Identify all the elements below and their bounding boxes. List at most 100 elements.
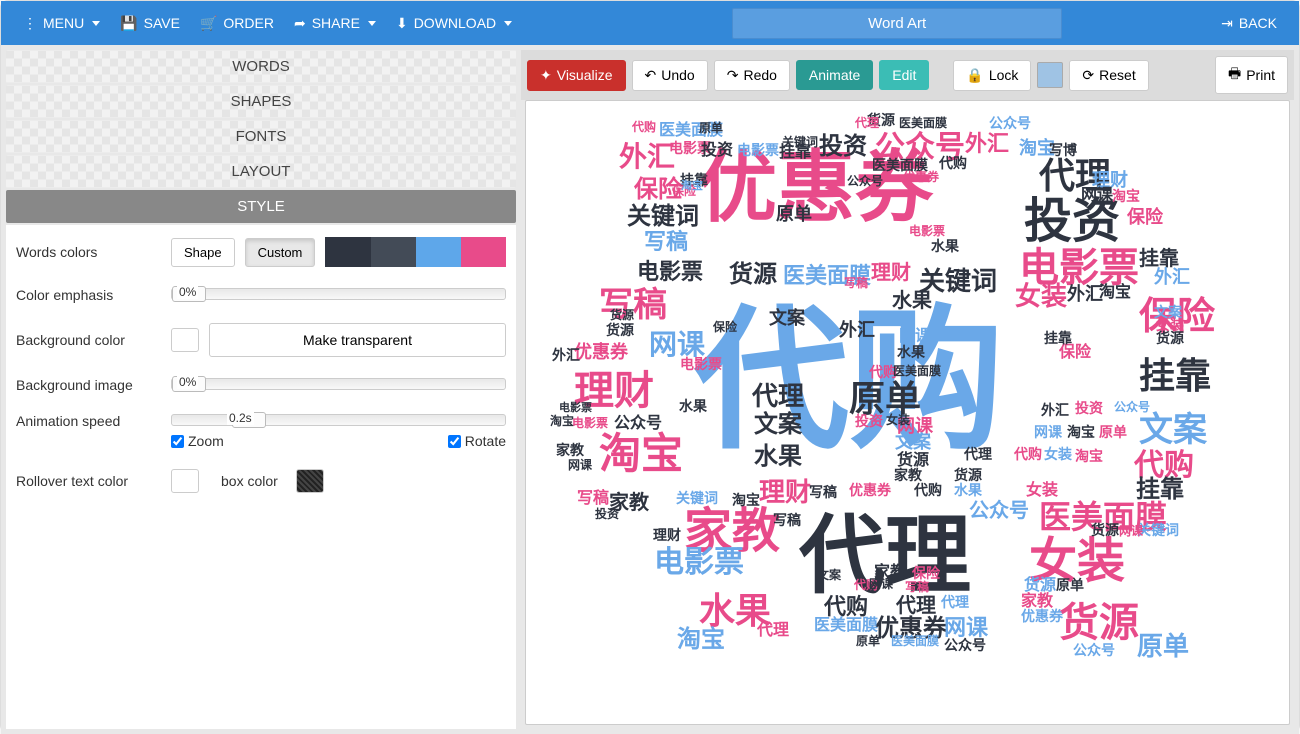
order-button[interactable]: 🛒ORDER [190, 9, 284, 38]
menu-button[interactable]: ⋮MENU [13, 9, 110, 38]
cloud-word[interactable]: 关键词 [627, 205, 699, 229]
cloud-word[interactable]: 货源 [1059, 603, 1139, 643]
cloud-word[interactable]: 理财 [759, 479, 811, 505]
cloud-word[interactable]: 公众号 [1073, 643, 1115, 657]
cloud-word[interactable]: 货源 [1024, 578, 1056, 594]
cloud-word[interactable]: 女装 [886, 414, 910, 426]
cloud-word[interactable]: 电影票 [680, 357, 722, 371]
cloud-word[interactable]: 代购 [939, 156, 967, 170]
cloud-word[interactable]: 挂靠 [1139, 249, 1179, 269]
cloud-word[interactable]: 外汇 [1154, 268, 1190, 286]
reset-button[interactable]: ⟳Reset [1069, 60, 1148, 91]
rollover-color-swatch[interactable] [171, 469, 199, 493]
cloud-word[interactable]: 网课 [899, 329, 931, 345]
cloud-word[interactable]: 关键词 [676, 491, 718, 505]
cloud-word[interactable]: 保险 [1059, 345, 1091, 361]
cloud-word[interactable]: 投资 [1075, 401, 1103, 415]
cloud-word[interactable]: 代购 [632, 121, 656, 133]
cloud-word[interactable]: 淘宝 [732, 493, 760, 507]
cloud-word[interactable]: 理财 [871, 263, 911, 283]
share-button[interactable]: ➦SHARE [284, 9, 386, 38]
cloud-word[interactable]: 投资 [855, 414, 883, 428]
cloud-word[interactable]: 代购 [1014, 447, 1042, 461]
cloud-word[interactable]: 网课 [1034, 425, 1062, 439]
color-emphasis-slider[interactable] [171, 288, 506, 300]
cloud-word[interactable]: 代理 [964, 447, 992, 461]
cloud-word[interactable]: 电影票 [572, 417, 608, 429]
cloud-word[interactable]: 文案 [769, 309, 805, 327]
cloud-word[interactable]: 理财 [653, 528, 681, 542]
cloud-word[interactable]: 投资 [701, 143, 733, 159]
custom-color-button[interactable]: Custom [245, 238, 316, 267]
box-color-swatch[interactable] [296, 469, 324, 493]
cloud-word[interactable]: 代购 [914, 483, 942, 497]
cloud-word[interactable]: 淘宝 [599, 433, 683, 475]
cloud-word[interactable]: 医美面膜 [891, 635, 939, 647]
cloud-word[interactable]: 投资 [819, 135, 867, 159]
cloud-word[interactable]: 淘宝 [1112, 189, 1140, 203]
cloud-word[interactable]: 外汇 [552, 348, 580, 362]
cloud-word[interactable]: 医美面膜 [893, 365, 941, 377]
cloud-word[interactable]: 淘宝 [677, 628, 725, 652]
bg-color-swatch[interactable] [171, 328, 199, 352]
cloud-word[interactable]: 文案 [1139, 413, 1207, 447]
undo-button[interactable]: ↶Undo [632, 60, 708, 91]
cloud-word[interactable]: 水果 [954, 483, 982, 497]
canvas-color-picker[interactable] [1037, 62, 1063, 88]
cloud-word[interactable]: 女装 [1026, 483, 1058, 499]
cloud-word[interactable]: 公众号 [969, 501, 1029, 521]
cloud-word[interactable]: 家教 [894, 468, 922, 482]
cloud-word[interactable]: 写稿 [644, 231, 688, 253]
cloud-word[interactable]: 女装 [1044, 447, 1072, 461]
cloud-word[interactable]: 写稿 [905, 581, 929, 593]
cloud-word[interactable]: 外汇 [1041, 403, 1069, 417]
make-transparent-button[interactable]: Make transparent [209, 323, 506, 357]
accordion-fonts[interactable]: FONTS [6, 120, 516, 153]
cloud-word[interactable]: 写博 [1049, 143, 1077, 157]
cloud-word[interactable]: 投资 [595, 508, 619, 520]
accordion-shapes[interactable]: SHAPES [6, 85, 516, 118]
cloud-word[interactable]: 原单 [699, 122, 723, 134]
download-button[interactable]: ⬇DOWNLOAD [386, 9, 522, 38]
cloud-word[interactable]: 家教 [556, 443, 584, 457]
accordion-style[interactable]: STYLE [6, 190, 516, 223]
cloud-word[interactable]: 原单 [856, 635, 880, 647]
cloud-word[interactable]: 公众号 [944, 638, 986, 652]
cloud-word[interactable]: 挂靠 [779, 145, 811, 161]
back-button[interactable]: ⇥BACK [1211, 9, 1287, 38]
cloud-word[interactable]: 水果 [754, 445, 802, 469]
cloud-word[interactable]: 淘宝 [681, 181, 703, 192]
cloud-word[interactable]: 原单 [776, 205, 812, 223]
cloud-word[interactable]: 文案 [817, 569, 841, 581]
cloud-word[interactable]: 电影票 [909, 225, 945, 237]
cloud-word[interactable]: 优惠券 [903, 171, 939, 183]
cloud-word[interactable]: 货源 [729, 263, 777, 287]
cloud-word[interactable]: 保险 [1127, 208, 1163, 226]
cloud-word[interactable]: 货源 [1156, 331, 1184, 345]
cloud-word[interactable]: 公众号 [1114, 401, 1150, 413]
cloud-word[interactable]: 网课 [1119, 525, 1143, 537]
cloud-word[interactable]: 代购 [824, 596, 868, 618]
cloud-word[interactable]: 货源 [954, 468, 982, 482]
cloud-word[interactable]: 淘宝 [550, 415, 574, 427]
cloud-word[interactable]: 原单 [1137, 633, 1189, 659]
rotate-checkbox[interactable]: Rotate [448, 433, 506, 449]
cloud-word[interactable]: 代理 [855, 117, 879, 129]
bg-image-slider[interactable] [171, 378, 506, 390]
cloud-word[interactable]: 电影票 [654, 548, 744, 578]
cloud-word[interactable]: 文案 [754, 413, 802, 437]
cloud-word[interactable]: 医美面膜 [899, 117, 947, 129]
cloud-word[interactable]: 保险 [912, 566, 940, 580]
cloud-word[interactable]: 淘宝 [1099, 285, 1131, 301]
cloud-word[interactable]: 代理 [752, 383, 804, 409]
cloud-word[interactable]: 外汇 [619, 143, 675, 171]
cloud-word[interactable]: 外汇 [1067, 285, 1103, 303]
cloud-word[interactable]: 挂靠 [1044, 331, 1072, 345]
cloud-word[interactable]: 网课 [649, 331, 705, 359]
cloud-word[interactable]: 挂靠 [1139, 358, 1211, 394]
cloud-word[interactable]: 代理 [941, 595, 969, 609]
cloud-word[interactable]: 保险 [713, 321, 737, 333]
cloud-word[interactable]: 原单 [849, 381, 921, 417]
visualize-button[interactable]: ✦Visualize [527, 60, 626, 91]
accordion-layout[interactable]: LAYOUT [6, 155, 516, 188]
